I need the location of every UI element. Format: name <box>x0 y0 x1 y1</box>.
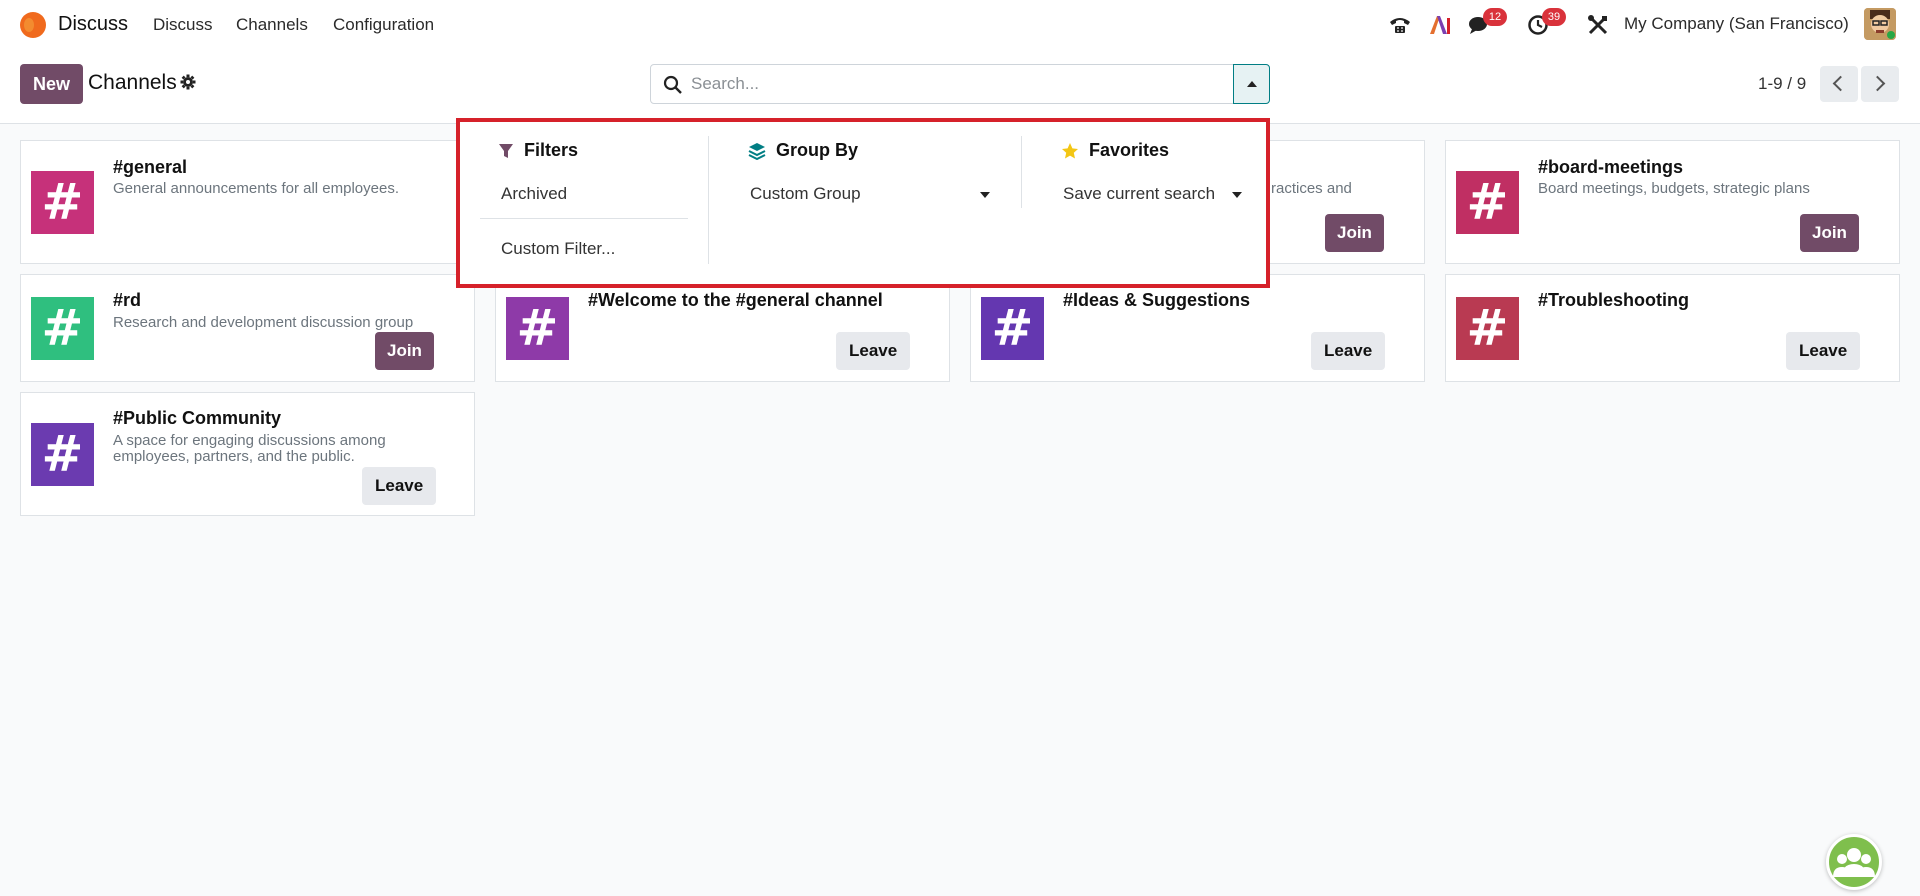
chevron-right-icon <box>1869 75 1886 92</box>
activities-badge: 39 <box>1542 8 1566 26</box>
channel-card[interactable]: # #Public Community A space for engaging… <box>20 392 475 516</box>
group-by-title: Group By <box>776 140 859 160</box>
hash-icon: # <box>31 423 94 486</box>
leave-button[interactable]: Leave <box>836 332 911 370</box>
channel-name: #Welcome to the #general channel <box>588 290 883 310</box>
favorites-title: Favorites <box>1089 140 1170 160</box>
menu-channels[interactable]: Channels <box>236 15 308 35</box>
channel-name: #board-meetings <box>1538 157 1684 177</box>
channel-card[interactable]: # #board-meetings Board meetings, budget… <box>1445 140 1900 264</box>
phone-icon[interactable] <box>1386 0 1414 50</box>
leave-button[interactable]: Leave <box>1786 332 1861 370</box>
channel-name: #Public Community <box>113 408 282 428</box>
pager-next-button[interactable] <box>1861 66 1899 102</box>
team-icon[interactable] <box>1826 834 1882 890</box>
control-panel: New Channels 1-9 / 9 <box>0 50 1920 124</box>
join-button[interactable]: Join <box>1325 214 1384 252</box>
menu-configuration[interactable]: Configuration <box>333 15 434 35</box>
pager-previous-button[interactable] <box>1820 66 1858 102</box>
column-divider <box>708 136 709 264</box>
hash-icon: # <box>1456 171 1519 234</box>
company-switcher[interactable]: My Company (San Francisco) <box>1624 14 1849 34</box>
filters-header: Filters <box>498 140 578 161</box>
search-icon <box>663 75 682 94</box>
new-button[interactable]: New <box>20 64 83 104</box>
tools-icon[interactable] <box>1584 0 1612 50</box>
hash-icon: # <box>31 171 94 234</box>
custom-group-select[interactable]: Custom Group <box>750 184 861 204</box>
favorites-header: Favorites <box>1061 140 1169 161</box>
channel-name: #general <box>113 157 188 177</box>
leave-button[interactable]: Leave <box>362 467 437 505</box>
channel-description: A space for engaging discussions among e… <box>113 432 386 465</box>
messages-badge: 12 <box>1483 8 1507 26</box>
save-current-search-select[interactable]: Save current search <box>1063 184 1215 204</box>
hash-icon: # <box>981 297 1044 360</box>
hash-icon: # <box>31 297 94 360</box>
search-panel-dropdown: Filters Archived Custom Filter... Group … <box>456 118 1270 288</box>
channel-description: ractices and <box>1271 180 1352 197</box>
channel-name: #Ideas & Suggestions <box>1063 290 1251 310</box>
star-icon <box>1062 142 1078 158</box>
channel-card[interactable]: # #Ideas & Suggestions Leave <box>970 274 1425 382</box>
search-panel-toggle-button[interactable] <box>1233 64 1270 104</box>
filters-divider <box>480 218 688 219</box>
channel-card[interactable]: # #Troubleshooting Leave <box>1445 274 1900 382</box>
pager-value[interactable]: 1-9 / 9 <box>1758 74 1806 94</box>
channel-card[interactable]: # #general General announcements for all… <box>20 140 475 264</box>
join-button[interactable]: Join <box>1800 214 1859 252</box>
gear-icon[interactable] <box>180 74 196 90</box>
custom-filter-item[interactable]: Custom Filter... <box>501 239 615 259</box>
save-search-caret-icon[interactable] <box>1232 192 1242 198</box>
filters-title: Filters <box>524 140 579 160</box>
hash-icon: # <box>506 297 569 360</box>
app-name[interactable]: Discuss <box>58 13 128 36</box>
page-title: Channels <box>88 71 177 94</box>
channel-name: #Troubleshooting <box>1538 290 1689 310</box>
search-input[interactable] <box>691 69 1221 99</box>
channel-description: General announcements for all employees. <box>113 180 399 197</box>
user-avatar[interactable] <box>1864 8 1896 40</box>
top-navbar: Discuss Discuss Channels Configuration 1… <box>0 0 1920 50</box>
group-by-header: Group By <box>748 140 858 161</box>
channel-name: #rd <box>113 290 142 310</box>
search-bar <box>650 64 1234 104</box>
leave-button[interactable]: Leave <box>1311 332 1386 370</box>
app-logo-icon[interactable] <box>20 12 46 38</box>
menu-discuss[interactable]: Discuss <box>153 15 213 35</box>
channel-description: Research and development discussion grou… <box>113 314 414 331</box>
hash-icon: # <box>1456 297 1519 360</box>
ai-icon[interactable] <box>1426 0 1454 50</box>
join-button[interactable]: Join <box>375 332 434 370</box>
filter-archived[interactable]: Archived <box>501 184 567 204</box>
custom-group-caret-icon[interactable] <box>980 192 990 198</box>
channel-card[interactable]: # #rd Research and development discussio… <box>20 274 475 382</box>
layers-icon <box>748 142 766 160</box>
chevron-left-icon <box>1832 75 1849 92</box>
filter-icon <box>499 143 513 158</box>
channel-description: Board meetings, budgets, strategic plans <box>1538 180 1810 197</box>
column-divider <box>1021 136 1022 208</box>
channel-card[interactable]: # #Welcome to the #general channel Leave <box>495 274 950 382</box>
